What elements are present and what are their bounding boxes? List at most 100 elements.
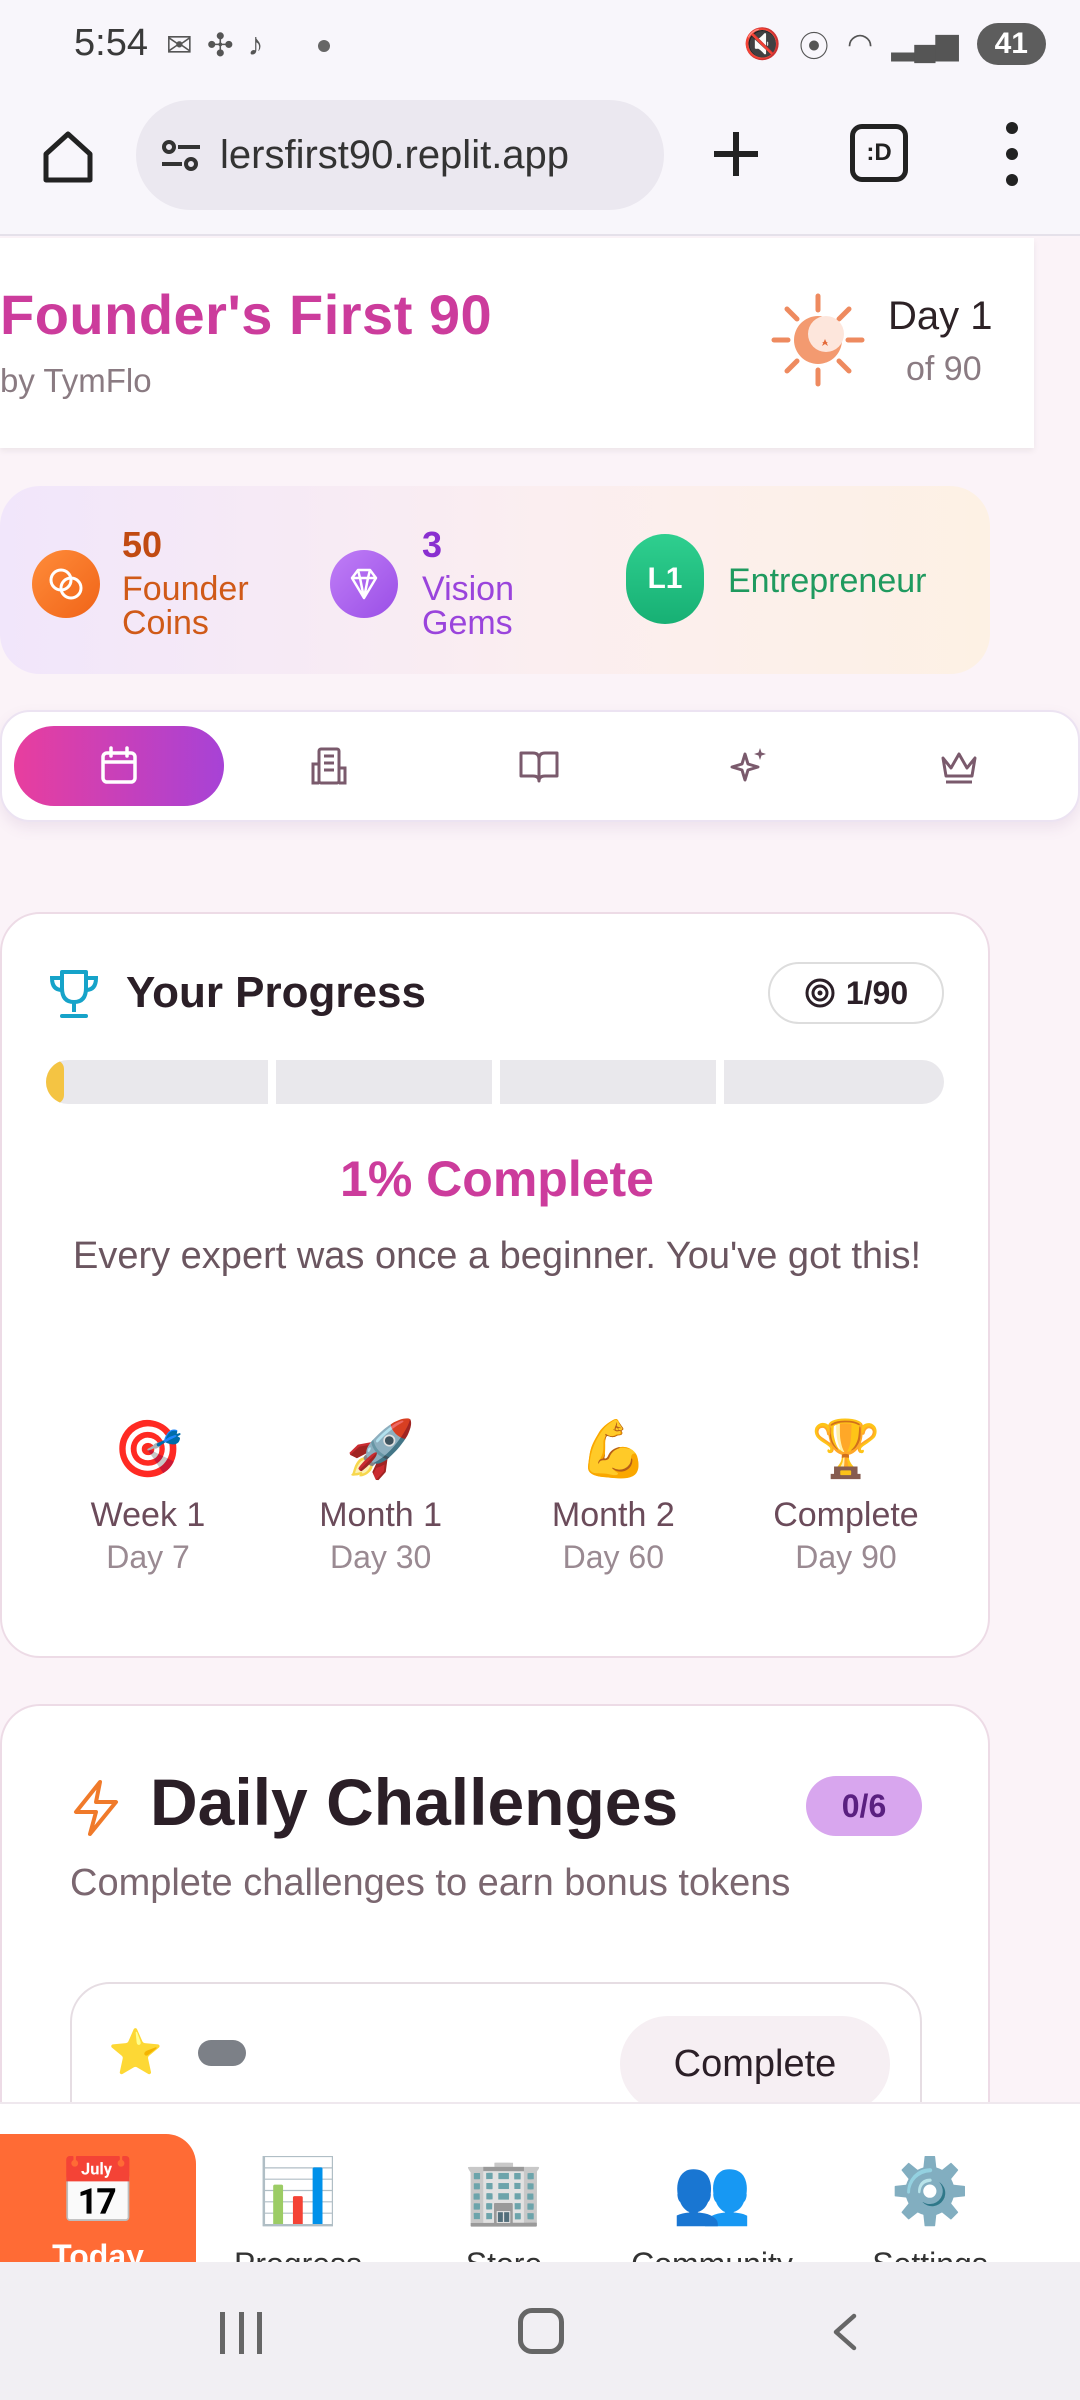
progress-title: Your Progress: [126, 968, 426, 1017]
gem-icon: [330, 550, 398, 618]
progress-divider: [716, 1060, 724, 1104]
more-notifications-icon: [318, 40, 330, 52]
tab-crown[interactable]: [854, 726, 1064, 806]
system-navigation-bar: [0, 2262, 1080, 2400]
milestone-name: Complete: [773, 1496, 919, 1534]
nav-label: Progress: [234, 2246, 362, 2262]
tab-book[interactable]: [434, 726, 644, 806]
url-text: lersfirst90.replit.app: [220, 132, 570, 177]
home-icon[interactable]: [38, 126, 98, 186]
progress-day-pill: 1/90: [768, 962, 944, 1024]
nav-label: Settings: [872, 2246, 988, 2262]
outlook-icon: ✉: [166, 27, 193, 63]
nav-today[interactable]: 📅 Today: [0, 2134, 196, 2262]
nav-settings[interactable]: ⚙️ Settings: [822, 2104, 1038, 2262]
coins-label: Founder Coins: [122, 570, 249, 642]
pinwheel-icon: ✣: [206, 27, 234, 63]
app-title: Founder's First 90: [0, 283, 493, 346]
crown-icon: [941, 752, 977, 784]
flexed-bicep-icon: 💪: [578, 1417, 649, 1480]
challenges-count-badge: 0/6: [806, 1776, 922, 1836]
mute-icon: 🔇: [743, 27, 782, 61]
progress-day-count: 1/90: [845, 974, 909, 1011]
daily-challenges-card: Daily Challenges 0/6 Complete challenges…: [0, 1704, 990, 2182]
nav-community[interactable]: 👥 Community: [604, 2104, 820, 2262]
milestone-day: Day 30: [329, 1539, 432, 1575]
calendar-icon: 📅: [58, 2155, 138, 2227]
milestone-month-1: 🚀 Month 1 Day 30: [271, 1414, 491, 1614]
bottom-nav: 📅 Today 📊 Progress 🏢 Store 👥 Community ⚙…: [0, 2102, 1080, 2262]
address-bar[interactable]: lersfirst90.replit.app: [136, 100, 664, 210]
building-icon: 🏢: [464, 2155, 544, 2227]
percent-complete: 1% Complete: [340, 1151, 654, 1207]
nav-label: Community: [631, 2246, 793, 2262]
nav-label: Store: [466, 2246, 542, 2262]
browser-toolbar: lersfirst90.replit.app :D: [0, 96, 1080, 236]
status-time: 5:54: [74, 22, 148, 64]
coins-value: 50: [122, 524, 163, 565]
app-header: Founder's First 90 by TymFlo Day 1 of 90: [0, 238, 1034, 448]
progress-divider: [492, 1060, 500, 1104]
section-tabs: [0, 710, 1080, 822]
motivation-text: Every expert was once a beginner. You've…: [72, 1235, 922, 1277]
trophy-icon: [49, 970, 99, 1018]
battery-indicator: 41: [976, 23, 1046, 65]
nav-label: Today: [52, 2238, 144, 2262]
milestone-month-2: 💪 Month 2 Day 60: [503, 1414, 723, 1614]
calendar-icon: [101, 746, 137, 784]
milestone-name: Month 2: [551, 1496, 675, 1534]
progress-bar-fill: [46, 1060, 64, 1104]
signal-icon: ▂▄▆: [891, 27, 959, 61]
milestone-complete: 🏆 Complete Day 90: [736, 1414, 956, 1614]
milestone-name: Month 1: [319, 1496, 443, 1534]
recent-apps-icon[interactable]: [220, 2312, 262, 2354]
app-subtitle: by TymFlo: [0, 362, 152, 399]
status-bar: 5:54 ✉ ✣ ♪ 🔇 ⦿ ◠ ▂▄▆ 41: [0, 0, 1080, 96]
system-icons: 🔇 ⦿ ◠ ▂▄▆ 41: [744, 22, 1046, 66]
progress-divider: [268, 1060, 276, 1104]
coins-icon: [32, 550, 100, 618]
challenge-tag: [198, 2040, 246, 2066]
lightning-icon: [74, 1780, 118, 1836]
book-open-icon: [519, 751, 559, 783]
milestone-name: Week 1: [90, 1496, 206, 1534]
location-icon: ⦿: [799, 31, 830, 64]
people-icon: 👥: [672, 2155, 752, 2227]
day-total: of 90: [906, 350, 982, 388]
tab-sparkles[interactable]: [644, 726, 854, 806]
site-settings-icon[interactable]: [156, 130, 206, 180]
progress-bar: [46, 1060, 944, 1104]
star-icon: ⭐: [108, 2028, 163, 2077]
system-home-icon[interactable]: [518, 2308, 564, 2354]
gear-icon: ⚙️: [890, 2155, 970, 2227]
day-label: Day 1: [888, 294, 993, 338]
tab-calendar[interactable]: [14, 726, 224, 806]
sun-moon-icon: [771, 293, 865, 387]
progress-card: Your Progress 1/90 1% Complete Every exp…: [0, 912, 990, 1658]
tab-building[interactable]: [224, 726, 434, 806]
stats-banner: 50 Founder Coins 3 Vision Gems L1 Entrep…: [0, 486, 990, 674]
nav-progress[interactable]: 📊 Progress: [190, 2104, 406, 2262]
target-icon: 🎯: [113, 1417, 183, 1480]
daily-challenges-title: Daily Challenges: [150, 1765, 679, 1839]
target-icon: [805, 978, 835, 1008]
gems-label: Vision Gems: [422, 570, 514, 642]
milestones: 🎯 Week 1 Day 7 🚀 Month 1 Day 30 💪 Month …: [38, 1414, 956, 1614]
sparkles-icon: [730, 748, 766, 782]
notification-icons: ✉ ✣ ♪: [166, 26, 264, 64]
complete-challenge-button[interactable]: Complete: [620, 2016, 890, 2112]
bar-chart-icon: 📊: [258, 2155, 338, 2227]
tiktok-icon: ♪: [247, 26, 264, 62]
new-tab-icon[interactable]: [706, 124, 766, 184]
back-icon[interactable]: [826, 2312, 866, 2352]
trophy-icon: 🏆: [811, 1417, 881, 1480]
tab-switcher-button[interactable]: :D: [850, 124, 908, 182]
rocket-icon: 🚀: [345, 1417, 416, 1480]
nav-store[interactable]: 🏢 Store: [396, 2104, 612, 2262]
milestone-day: Day 60: [562, 1539, 664, 1575]
milestone-day: Day 7: [106, 1539, 190, 1575]
building-icon: [311, 747, 347, 785]
milestone-week-1: 🎯 Week 1 Day 7: [38, 1414, 258, 1614]
level-label: Entrepreneur: [728, 562, 927, 600]
more-menu-icon[interactable]: [1000, 122, 1024, 186]
